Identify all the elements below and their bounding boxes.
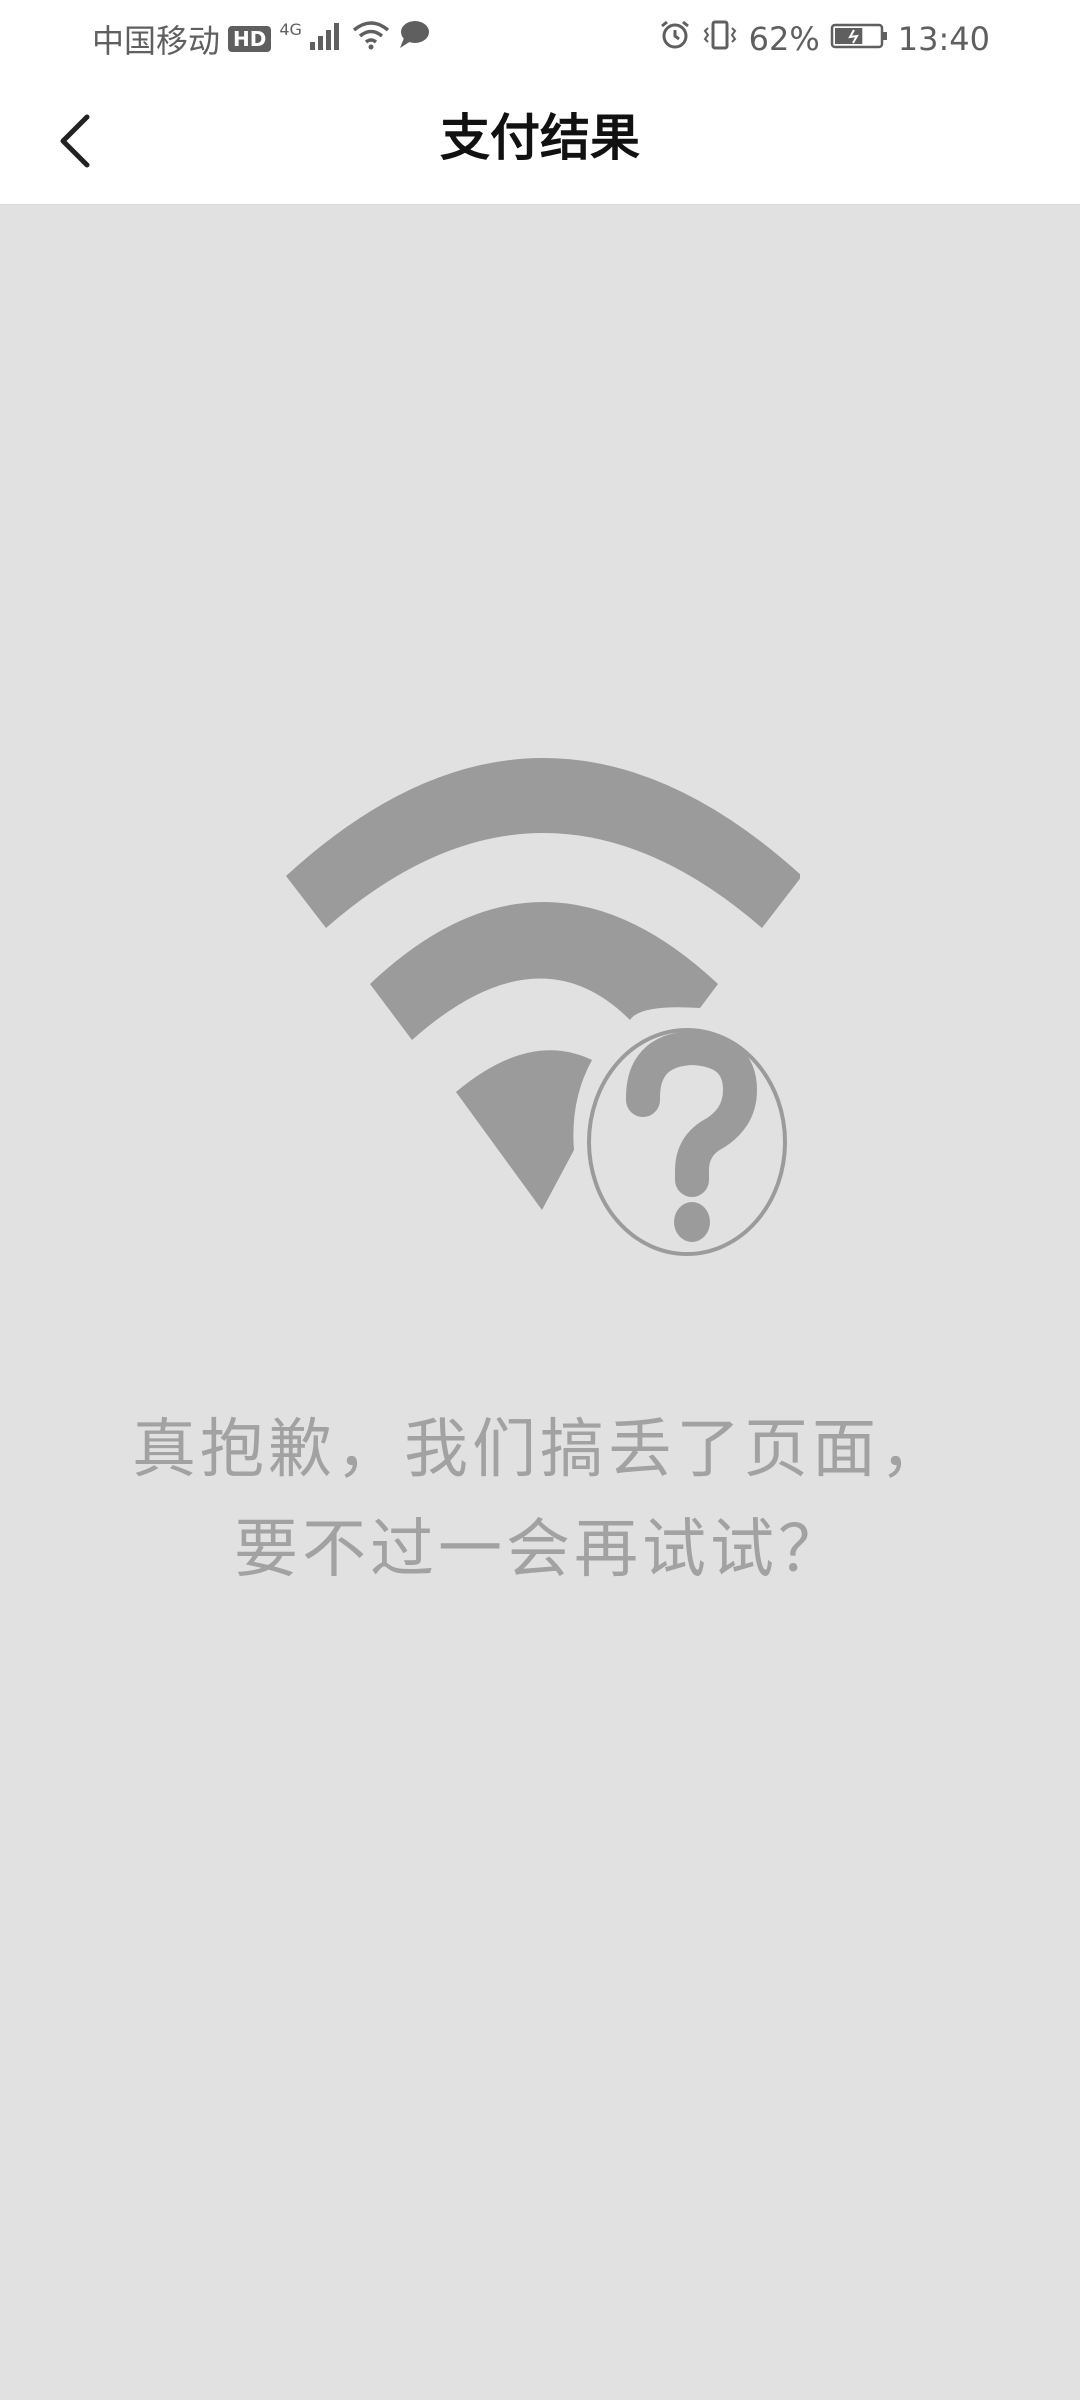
network-type: 4G [279,20,302,39]
error-message-line2: 要不过一会再试试？ [234,1513,846,1587]
chat-icon [398,20,430,58]
status-bar: 中国移动 HD 4G 62% 13:40 [0,0,1080,78]
nav-bar: 支付结果 [0,78,1080,205]
battery-percent: 62% [748,20,820,58]
wifi-question-icon [280,750,802,1260]
vibrate-icon [701,19,739,59]
error-message-line1: 真抱歉，我们搞丢了页面， [132,1413,948,1487]
alarm-icon [659,19,691,59]
clock-time: 13:40 [897,20,990,58]
status-right: 62% 13:40 [659,18,990,60]
carrier-name: 中国移动 [92,22,221,60]
status-left: 中国移动 HD 4G [92,18,430,60]
signal-icon [309,20,344,58]
hd-badge: HD [228,26,272,52]
error-message: 真抱歉，我们搞丢了页面， 要不过一会再试试？ [0,1400,1080,1600]
battery-icon [830,20,888,58]
page-title: 支付结果 [440,109,640,167]
wifi-icon [352,20,390,58]
